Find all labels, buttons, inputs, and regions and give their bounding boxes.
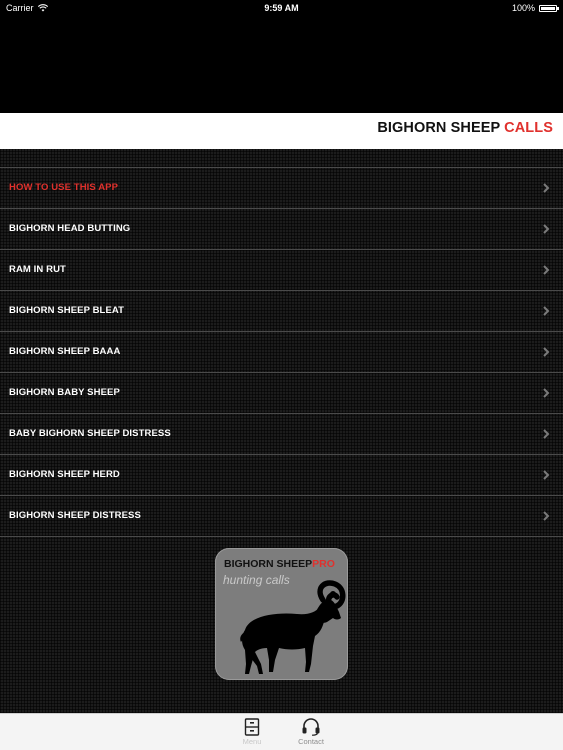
status-bar: Carrier 9:59 AM 100% [0,0,563,16]
pro-app-promo[interactable]: BIGHORN SHEEPPRO hunting calls [215,548,348,680]
menu-item-sheep-baaa[interactable]: BIGHORN SHEEP BAAA [0,332,563,373]
menu-item-label: BIGHORN SHEEP BAAA [9,346,121,357]
menu-item-label: BABY BIGHORN SHEEP DISTRESS [9,428,171,439]
menu-item-label: BIGHORN BABY SHEEP [9,387,120,398]
chevron-right-icon [543,511,550,521]
battery-percent: 100% [511,3,535,13]
chevron-right-icon [543,470,550,480]
menu-list: HOW TO USE THIS APP BIGHORN HEAD BUTTING… [0,167,563,537]
promo-title-main: BIGHORN SHEEP [224,558,313,570]
tab-bar: Menu Contact [0,713,563,750]
chevron-right-icon [543,183,550,193]
page-title: BIGHORN SHEEP CALLS [377,120,553,136]
menu-item-sheep-bleat[interactable]: BIGHORN SHEEP BLEAT [0,291,563,332]
chevron-right-icon [543,347,550,357]
tab-contact[interactable]: Contact [291,718,331,746]
menu-item-head-butting[interactable]: BIGHORN HEAD BUTTING [0,209,563,250]
battery-fill [541,6,555,10]
tab-menu[interactable]: Menu [232,718,272,746]
status-right: 100% [511,3,559,13]
promo-title-accent: PRO [312,558,335,570]
chevron-right-icon [543,224,550,234]
menu-item-ram-in-rut[interactable]: RAM IN RUT [0,250,563,291]
menu-item-baby-distress[interactable]: BABY BIGHORN SHEEP DISTRESS [0,414,563,455]
menu-drawer-icon [244,718,260,736]
menu-item-label: HOW TO USE THIS APP [9,182,119,193]
menu-item-label: BIGHORN SHEEP HERD [9,469,120,480]
menu-item-sheep-distress[interactable]: BIGHORN SHEEP DISTRESS [0,496,563,537]
menu-item-label: BIGHORN HEAD BUTTING [9,223,131,234]
page-title-accent: CALLS [504,120,553,136]
chevron-right-icon [543,306,550,316]
menu-item-label: BIGHORN SHEEP BLEAT [9,305,125,316]
headset-icon [302,718,320,736]
tab-contact-label: Contact [298,737,324,746]
chevron-right-icon [543,388,550,398]
banner-area [0,16,563,113]
page-title-main: BIGHORN SHEEP [377,120,505,136]
menu-item-label: RAM IN RUT [9,264,66,275]
tab-menu-label: Menu [242,737,262,746]
chevron-right-icon [543,265,550,275]
title-bar: BIGHORN SHEEP CALLS [0,113,563,149]
content-area: HOW TO USE THIS APP BIGHORN HEAD BUTTING… [0,149,563,713]
menu-item-baby-sheep[interactable]: BIGHORN BABY SHEEP [0,373,563,414]
menu-item-label: BIGHORN SHEEP DISTRESS [9,510,141,521]
status-time: 9:59 AM [264,3,299,13]
chevron-right-icon [543,429,550,439]
menu-item-sheep-herd[interactable]: BIGHORN SHEEP HERD [0,455,563,496]
menu-item-how-to-use[interactable]: HOW TO USE THIS APP [0,168,563,209]
bighorn-ram-icon [240,580,346,674]
promo-title: BIGHORN SHEEPPRO [224,558,335,570]
battery-icon [539,4,559,12]
